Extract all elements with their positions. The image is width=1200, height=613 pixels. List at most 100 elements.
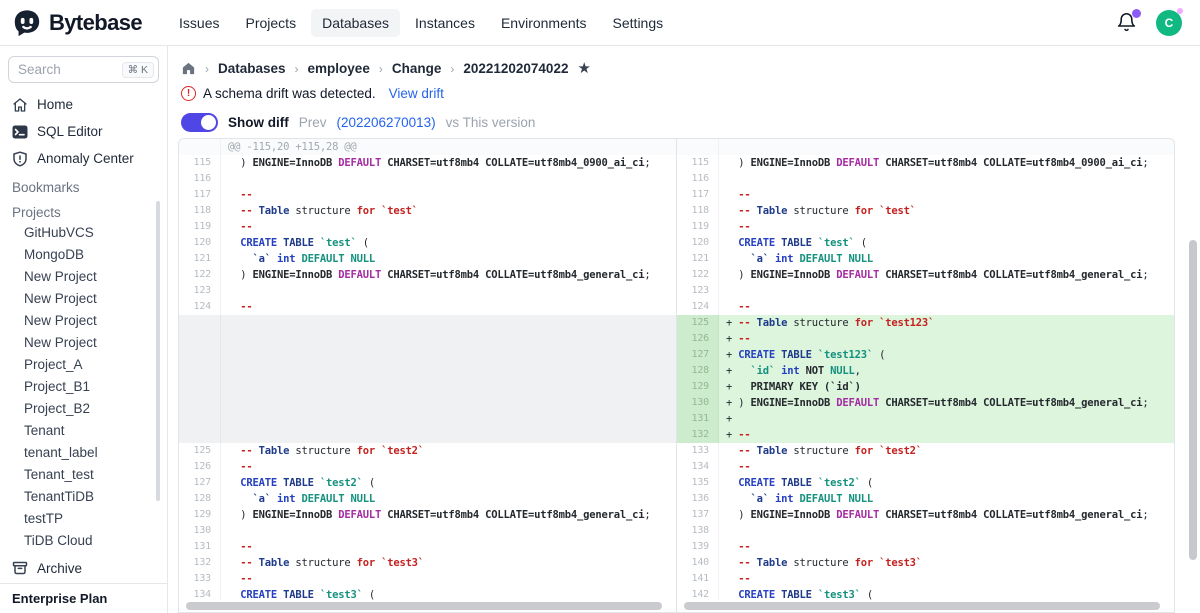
code-line: [221, 347, 676, 363]
breadcrumb-home-icon[interactable]: [181, 61, 196, 76]
code-line: --: [221, 299, 676, 315]
code-line: [221, 283, 676, 299]
code-line: [221, 411, 676, 427]
nav-item-projects[interactable]: Projects: [235, 9, 308, 37]
notifications-button[interactable]: [1116, 12, 1138, 34]
sidebar-project-item[interactable]: TiDB Cloud: [0, 530, 167, 552]
diff-row-right: 131+: [677, 411, 1174, 427]
main-content: › Databases › employee › Change › 202212…: [168, 46, 1200, 613]
diff-row-right: 136 `a` int DEFAULT NULL: [677, 491, 1174, 507]
sidebar-project-item[interactable]: New Project: [0, 288, 167, 310]
code-line: `a` int DEFAULT NULL: [719, 491, 1174, 507]
nav-item-instances[interactable]: Instances: [404, 9, 486, 37]
code-line: [221, 171, 676, 187]
page-vertical-scrollbar[interactable]: [1189, 240, 1197, 560]
code-line: -- Table structure for `test3`: [221, 555, 676, 571]
line-number: 127: [677, 347, 719, 363]
sidebar-project-item[interactable]: testTP: [0, 508, 167, 530]
alert-icon: !: [181, 86, 196, 101]
line-number: 137: [677, 507, 719, 523]
sidebar-item-home[interactable]: Home: [0, 91, 167, 118]
sidebar-item-label: SQL Editor: [37, 124, 103, 139]
breadcrumb-version[interactable]: 20221202074022: [463, 61, 568, 76]
code-line: --: [719, 187, 1174, 203]
sidebar: Search ⌘ K Home SQL Editor Ano: [0, 46, 168, 613]
view-drift-link[interactable]: View drift: [389, 86, 444, 101]
breadcrumb-databases[interactable]: Databases: [218, 61, 286, 76]
scrollbar-thumb[interactable]: [186, 602, 662, 610]
search-input[interactable]: Search ⌘ K: [8, 56, 159, 83]
sidebar-item-sql-editor[interactable]: SQL Editor: [0, 118, 167, 145]
code-line: -- Table structure for `test`: [719, 203, 1174, 219]
line-number: 123: [677, 283, 719, 299]
line-number: [179, 395, 221, 411]
breadcrumb-change[interactable]: Change: [392, 61, 442, 76]
prev-version-link[interactable]: (202206270013): [337, 115, 436, 130]
diff-row-right: 134 --: [677, 459, 1174, 475]
sidebar-project-item[interactable]: tenant_label: [0, 442, 167, 464]
sql-editor-icon: [12, 124, 28, 140]
diff-row-left: 119 --: [179, 219, 676, 235]
code-line: + --: [719, 427, 1174, 443]
line-number: 132: [179, 555, 221, 571]
sidebar-project-item[interactable]: Tenant_test: [0, 464, 167, 486]
diff-row-right: 137 ) ENGINE=InnoDB DEFAULT CHARSET=utf8…: [677, 507, 1174, 523]
sidebar-project-item[interactable]: TenantTiDB: [0, 486, 167, 508]
show-diff-label: Show diff: [228, 115, 289, 130]
line-number: 122: [677, 267, 719, 283]
sidebar-section-bookmarks[interactable]: Bookmarks: [0, 172, 167, 197]
breadcrumb: › Databases › employee › Change › 202212…: [181, 61, 1200, 76]
line-number: 140: [677, 555, 719, 571]
sidebar-project-item[interactable]: New Project: [0, 310, 167, 332]
home-icon: [12, 97, 28, 113]
nav-item-settings[interactable]: Settings: [602, 9, 675, 37]
code-line: [719, 523, 1174, 539]
code-line: -- Table structure for `test`: [221, 203, 676, 219]
line-number: 121: [179, 251, 221, 267]
vs-this-version-label: vs This version: [446, 115, 536, 130]
sidebar-project-item[interactable]: Project_A: [0, 354, 167, 376]
line-number: 123: [179, 283, 221, 299]
line-number: 133: [677, 443, 719, 459]
sidebar-scrollbar[interactable]: [156, 201, 160, 501]
sidebar-item-archive[interactable]: Archive: [0, 553, 167, 583]
breadcrumb-employee[interactable]: employee: [308, 61, 370, 76]
top-navigation-bar: Bytebase IssuesProjectsDatabasesInstance…: [0, 0, 1200, 46]
sidebar-project-item[interactable]: Project_B2: [0, 398, 167, 420]
code-line: CREATE TABLE `test` (: [719, 235, 1174, 251]
sidebar-project-item[interactable]: Tenant: [0, 420, 167, 442]
diff-row-right: 139 --: [677, 539, 1174, 555]
nav-item-databases[interactable]: Databases: [311, 9, 400, 37]
bytebase-logo[interactable]: Bytebase: [12, 8, 142, 38]
topnav-right: C: [1116, 10, 1182, 36]
sidebar-project-item[interactable]: New Project: [0, 266, 167, 288]
sidebar-project-item[interactable]: GitHubVCS: [0, 222, 167, 244]
sidebar-project-item[interactable]: New Project: [0, 332, 167, 354]
prev-label: Prev: [299, 115, 327, 130]
sidebar-item-anomaly-center[interactable]: Anomaly Center: [0, 145, 167, 172]
toggle-knob: [201, 115, 216, 130]
line-number: 124: [179, 299, 221, 315]
bookmark-star-icon[interactable]: ★: [577, 61, 590, 76]
code-line: `a` int DEFAULT NULL: [221, 491, 676, 507]
sidebar-item-label: Archive: [37, 561, 82, 576]
sidebar-project-item[interactable]: Project_B1: [0, 376, 167, 398]
code-line: ) ENGINE=InnoDB DEFAULT CHARSET=utf8mb4 …: [719, 267, 1174, 283]
code-line: CREATE TABLE `test2` (: [221, 475, 676, 491]
diff-row-right: [677, 139, 1174, 155]
diff-row-right: 116: [677, 171, 1174, 187]
line-number: 116: [677, 171, 719, 187]
line-number: [179, 379, 221, 395]
schema-drift-alert: ! A schema drift was detected. View drif…: [181, 86, 1200, 101]
scrollbar-thumb[interactable]: [684, 602, 1160, 610]
bytebase-logo-icon: [12, 8, 42, 38]
diff-horizontal-scrollbar: [179, 600, 676, 612]
user-avatar[interactable]: C: [1156, 10, 1182, 36]
nav-item-environments[interactable]: Environments: [490, 9, 598, 37]
sidebar-project-item[interactable]: MongoDB: [0, 244, 167, 266]
diff-row-left: 121 `a` int DEFAULT NULL: [179, 251, 676, 267]
nav-item-issues[interactable]: Issues: [168, 9, 230, 37]
show-diff-toggle[interactable]: [181, 113, 218, 132]
avatar-status-dot: [1177, 8, 1183, 14]
code-line: [221, 315, 676, 331]
